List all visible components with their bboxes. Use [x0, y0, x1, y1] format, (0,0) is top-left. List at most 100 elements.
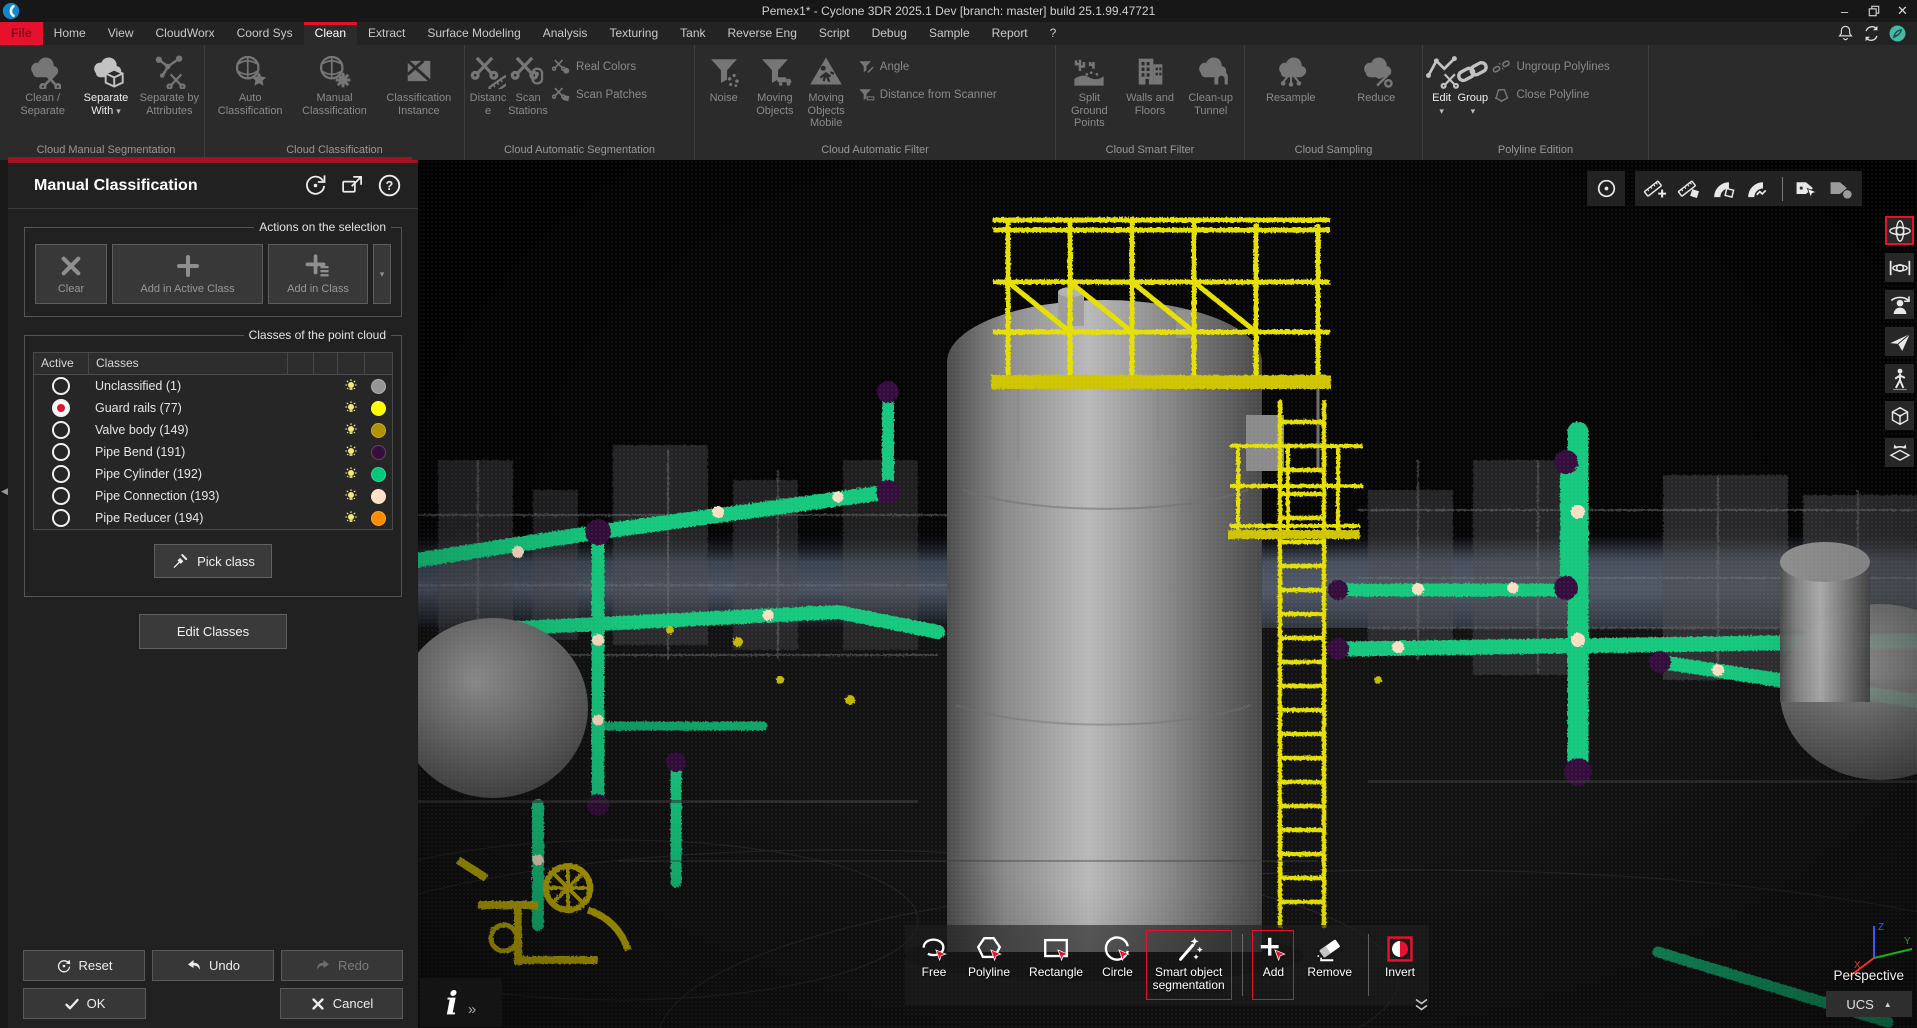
pick-class-button[interactable]: Pick class: [154, 544, 272, 578]
walls-and-floors-button[interactable]: Walls and Floors: [1120, 48, 1181, 143]
group-button[interactable]: Group▾: [1457, 48, 1488, 143]
ungroup-polylines-button[interactable]: Ungroup Polylines: [1492, 57, 1641, 76]
remove-button[interactable]: Remove: [1301, 930, 1358, 1000]
class-active-radio[interactable]: [52, 399, 70, 417]
menu-tab-clean[interactable]: Clean: [304, 22, 357, 45]
add-in-active-class-button[interactable]: Add in Active Class: [112, 244, 263, 304]
class-color-swatch[interactable]: [371, 445, 386, 460]
menu-tab-texturing[interactable]: Texturing: [598, 22, 669, 45]
class-color-swatch[interactable]: [371, 511, 386, 526]
label-sphere-icon[interactable]: [1829, 176, 1854, 201]
visibility-bulb-icon[interactable]: [343, 422, 359, 438]
visibility-bulb-icon[interactable]: [343, 444, 359, 460]
add-in-class-dropdown-caret[interactable]: ▾: [373, 244, 391, 304]
history-icon[interactable]: [303, 173, 328, 198]
menu-tab-analysis[interactable]: Analysis: [532, 22, 599, 45]
menu-tab-view[interactable]: View: [97, 22, 145, 45]
class-row-unclassified-1[interactable]: Unclassified (1): [34, 375, 392, 397]
redo-button[interactable]: Redo: [281, 950, 403, 981]
ucs-button[interactable]: UCS ▲: [1826, 991, 1912, 1017]
split-ground-points-button[interactable]: Split Ground Points: [1059, 48, 1120, 143]
cancel-button[interactable]: Cancel: [280, 988, 403, 1019]
noise-button[interactable]: Noise: [698, 48, 749, 143]
visibility-bulb-icon[interactable]: [343, 510, 359, 526]
class-row-pipe-reducer-194[interactable]: Pipe Reducer (194): [34, 507, 392, 529]
clear-button[interactable]: Clear: [35, 244, 107, 304]
target-icon[interactable]: [1594, 176, 1619, 201]
add-in-class-button[interactable]: Add in Class: [268, 244, 368, 304]
classification-instance-button[interactable]: Classification Instance: [377, 48, 461, 143]
class-row-guard-rails-77[interactable]: Guard rails (77): [34, 397, 392, 419]
class-active-radio[interactable]: [52, 465, 70, 483]
turntable-button[interactable]: [1885, 438, 1914, 467]
class-color-swatch[interactable]: [371, 489, 386, 504]
menu-tab-coord-sys[interactable]: Coord Sys: [226, 22, 304, 45]
menu-tab-help[interactable]: ?: [1039, 22, 1068, 45]
menu-tab-surface-modeling[interactable]: Surface Modeling: [416, 22, 531, 45]
invert-button[interactable]: Invert: [1379, 930, 1421, 1000]
class-row-valve-body-149[interactable]: Valve body (149): [34, 419, 392, 441]
close-polyline-button[interactable]: Close Polyline: [1492, 85, 1641, 104]
class-row-pipe-bend-191[interactable]: Pipe Bend (191): [34, 441, 392, 463]
visibility-bulb-icon[interactable]: [343, 378, 359, 394]
point-cloud-render[interactable]: [418, 160, 1917, 1028]
menu-tab-cloudworx[interactable]: CloudWorx: [144, 22, 225, 45]
menu-tab-debug[interactable]: Debug: [861, 22, 918, 45]
measure-object-icon[interactable]: [1677, 176, 1702, 201]
viewport-3d[interactable]: FreePolylineRectangleCircleSmart object …: [418, 160, 1917, 1028]
reset-button[interactable]: Reset: [23, 950, 145, 981]
class-active-radio[interactable]: [52, 377, 70, 395]
class-active-radio[interactable]: [52, 421, 70, 439]
fly-button[interactable]: [1885, 327, 1914, 356]
moving-objects-mobile-button[interactable]: Moving Objects Mobile: [801, 48, 852, 143]
moving-objects-button[interactable]: Moving Objects: [749, 48, 800, 143]
connection-status-icon[interactable]: [1888, 24, 1907, 43]
class-active-radio[interactable]: [52, 443, 70, 461]
menu-tab-tank[interactable]: Tank: [669, 22, 716, 45]
measure-add-icon[interactable]: [1643, 176, 1668, 201]
rectangle-button[interactable]: Rectangle: [1023, 930, 1089, 1000]
auto-classification-button[interactable]: Auto Classification: [208, 48, 292, 143]
class-color-swatch[interactable]: [371, 467, 386, 482]
menu-tab-extract[interactable]: Extract: [357, 22, 416, 45]
menu-tab-reverse-eng[interactable]: Reverse Eng: [717, 22, 808, 45]
orbit-button[interactable]: [1885, 216, 1914, 245]
help-icon[interactable]: ?: [377, 173, 402, 198]
separate-with-button[interactable]: Separate With ▾: [74, 48, 137, 143]
smart-object-segmentation-button[interactable]: Smart object segmentation: [1146, 930, 1232, 1000]
edit-button[interactable]: Edit▾: [1426, 48, 1457, 143]
minimize-button[interactable]: –: [1830, 0, 1859, 22]
menu-tab-report[interactable]: Report: [981, 22, 1039, 45]
view-cube-button[interactable]: [1885, 401, 1914, 430]
polyline-button[interactable]: Polyline: [962, 930, 1016, 1000]
add-button[interactable]: Add: [1252, 930, 1294, 1000]
ok-button[interactable]: OK: [23, 988, 146, 1019]
clean-up-tunnel-button[interactable]: Clean-up Tunnel: [1180, 48, 1241, 143]
scan-patches-button[interactable]: Scan Patches: [552, 85, 687, 104]
sync-icon[interactable]: [1862, 24, 1881, 43]
separate-by-attributes-button[interactable]: Separate by Attributes: [138, 48, 201, 143]
undo-button[interactable]: Undo: [152, 950, 274, 981]
walk-button[interactable]: [1885, 364, 1914, 393]
angle-button[interactable]: Angle: [856, 57, 1048, 76]
distance-button[interactable]: Distance: [468, 48, 508, 143]
toolbar-collapse-chevron-icon[interactable]: [1414, 998, 1429, 1012]
edit-classes-button[interactable]: Edit Classes: [139, 614, 287, 649]
scan-stations-button[interactable]: Scan Stations: [508, 48, 548, 143]
manual-classification-button[interactable]: Manual Classification: [292, 48, 376, 143]
info-icon[interactable]: i: [446, 987, 458, 1019]
reduce-button[interactable]: Reduce: [1334, 48, 1420, 143]
projection-label[interactable]: Perspective: [1833, 968, 1904, 983]
close-button[interactable]: ✕: [1888, 0, 1917, 22]
info-panel-collapsed[interactable]: i »: [420, 978, 502, 1027]
menu-tab-file[interactable]: File: [0, 22, 43, 45]
clean-separate-button[interactable]: Clean / Separate: [11, 48, 74, 143]
app-logo-icon[interactable]: [2, 2, 20, 20]
free-button[interactable]: Free: [913, 930, 955, 1000]
angle-profile-icon[interactable]: [1745, 176, 1770, 201]
class-active-radio[interactable]: [52, 509, 70, 527]
visibility-bulb-icon[interactable]: [343, 488, 359, 504]
class-row-pipe-cylinder-192[interactable]: Pipe Cylinder (192): [34, 463, 392, 485]
class-active-radio[interactable]: [52, 487, 70, 505]
menu-tab-sample[interactable]: Sample: [918, 22, 981, 45]
